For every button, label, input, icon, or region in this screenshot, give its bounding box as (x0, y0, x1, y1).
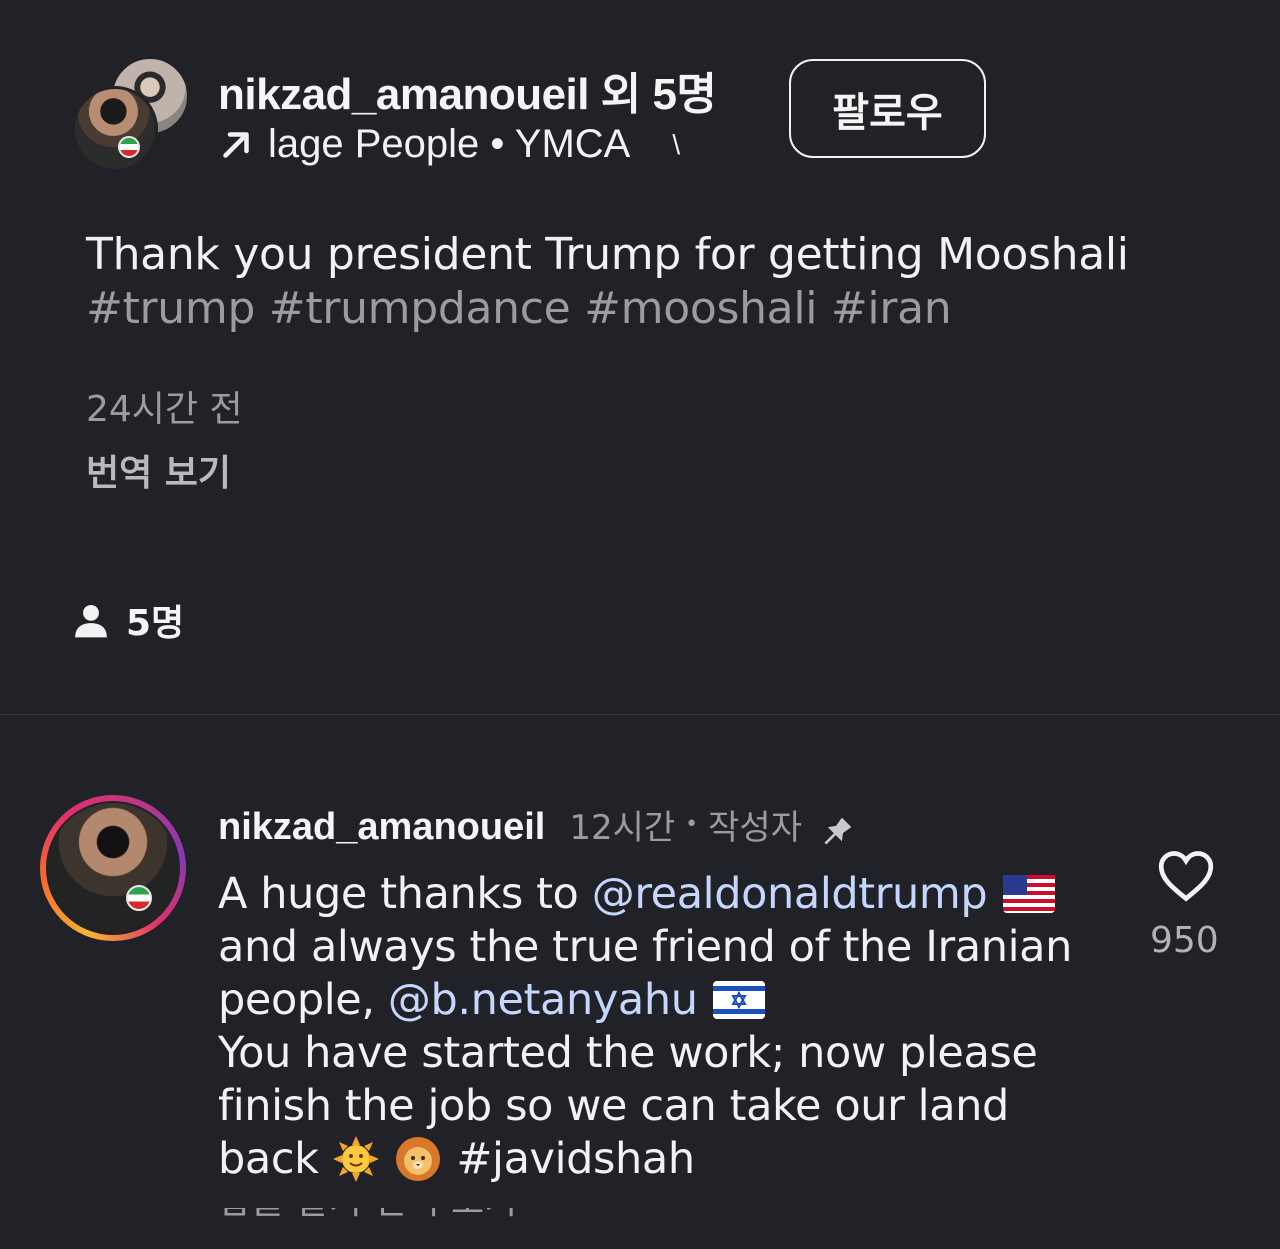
tagged-people-count: 5명 (126, 603, 185, 644)
caption-hashtags[interactable]: #trump #trumpdance #mooshali #iran (86, 283, 952, 334)
post-username[interactable]: nikzad_amanoueil (218, 70, 590, 119)
comment-text-part: A huge thanks to (218, 869, 592, 919)
arrow-up-right-icon (223, 131, 249, 158)
iran-flag-pin-icon (118, 136, 140, 158)
heart-icon[interactable] (1157, 850, 1215, 902)
hashtag-javidshah[interactable]: #javidshah (456, 1134, 695, 1184)
comment-username[interactable]: nikzad_amanoueil (218, 806, 545, 849)
person-icon (75, 604, 107, 638)
israel-flag-icon (712, 980, 765, 1019)
comment-text: A huge thanks to @realdonaldtrump and al… (218, 868, 1118, 1189)
comment-time: 12시간 (569, 808, 676, 848)
tagged-people-button[interactable]: 5명 (72, 594, 184, 646)
threads-post-view: nikzad_amanoueil 외 5명 lage People • YMCA… (0, 0, 1280, 1249)
comment-info: 12시간 • 작성자 (569, 800, 856, 849)
lion-emoji-icon (396, 1136, 441, 1181)
iran-flag-pin-icon (126, 885, 152, 911)
music-ticker[interactable]: lage People • YMCA \ (218, 122, 698, 167)
post-caption: Thank you president Trump for getting Mo… (86, 228, 1206, 336)
caption-text: Thank you president Trump for getting Mo… (86, 229, 1129, 280)
sun-emoji-icon (332, 1135, 379, 1182)
comment-meta: nikzad_amanoueil 12시간 • 작성자 (218, 800, 856, 849)
follow-button[interactable]: 팔로우 (789, 59, 986, 158)
avatar (72, 86, 158, 172)
mention-netanyahu[interactable]: @b.netanyahu (388, 975, 698, 1025)
separator: • (685, 812, 699, 837)
story-ring[interactable] (40, 795, 186, 941)
coauthors-suffix[interactable]: 외 5명 (601, 70, 717, 119)
coauthor-avatars[interactable] (72, 56, 190, 172)
us-flag-icon (1002, 874, 1055, 913)
music-title-trailing: \ (672, 128, 681, 160)
divider (0, 714, 1280, 715)
post-author[interactable]: nikzad_amanoueil 외 5명 (218, 58, 717, 122)
pin-icon (824, 817, 852, 845)
avatar (48, 803, 178, 933)
comment-actions-cut-off[interactable]: 답글 달기 번역 보기 (218, 1208, 578, 1222)
author-badge: 작성자 (708, 808, 802, 848)
like-count: 950 (1150, 920, 1219, 961)
post-timestamp: 24시간 전 (86, 389, 243, 430)
translate-link[interactable]: 번역 보기 (86, 444, 231, 496)
mention-realdonaldtrump[interactable]: @realdonaldtrump (592, 869, 988, 919)
music-title: lage People • YMCA (268, 122, 631, 166)
cut-off-text: 답글 달기 번역 보기 (218, 1208, 517, 1222)
